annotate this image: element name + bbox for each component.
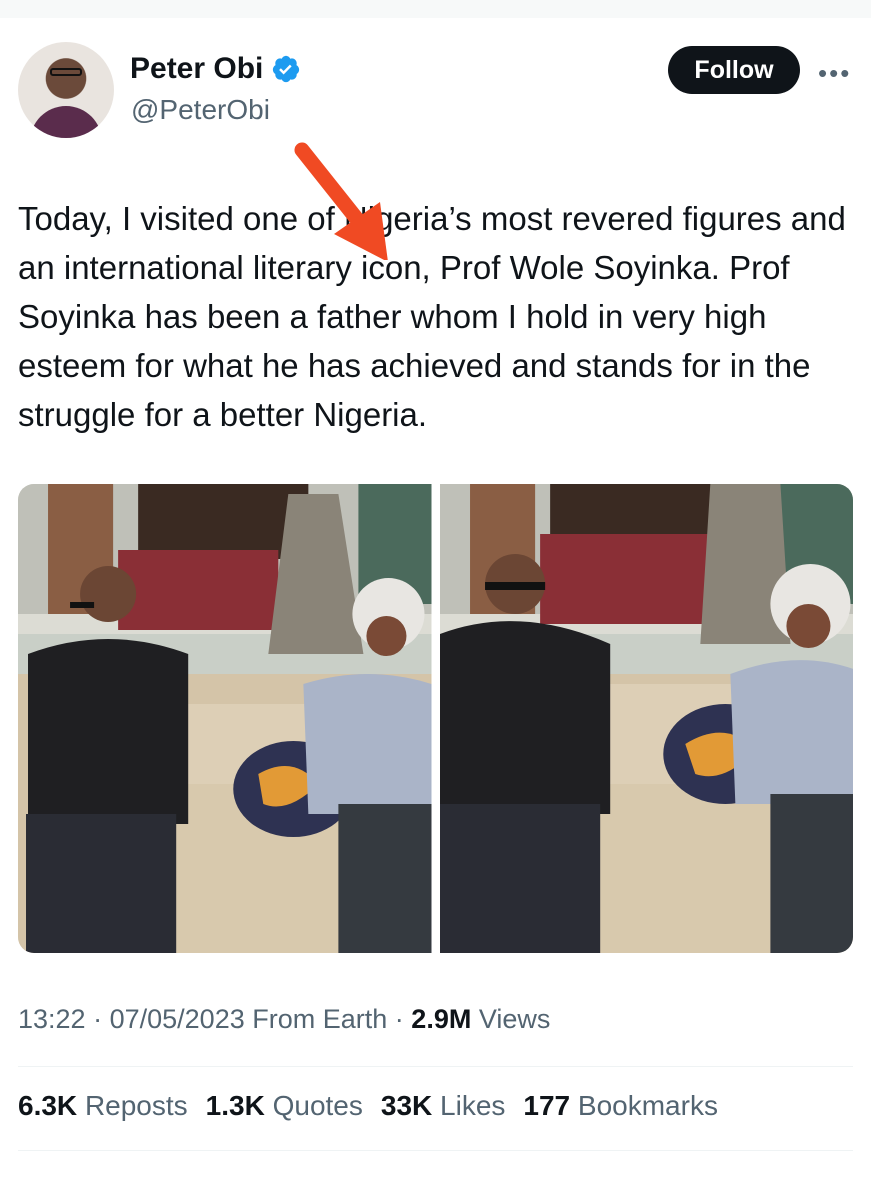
divider — [18, 1150, 853, 1151]
views-label: Views — [478, 1004, 551, 1034]
avatar[interactable] — [18, 42, 114, 138]
author-display-name[interactable]: Peter Obi — [130, 52, 263, 86]
quotes-count: 1.3K — [205, 1090, 265, 1121]
more-options-icon[interactable]: ••• — [818, 58, 851, 89]
engagement-stats: 6.3K Reposts 1.3K Quotes 33K Likes 177 B… — [18, 1090, 718, 1122]
views-count: 2.9M — [411, 1004, 472, 1034]
bookmarks-count: 177 — [523, 1090, 571, 1121]
reposts-stat[interactable]: 6.3K Reposts — [18, 1090, 188, 1122]
divider — [18, 1066, 853, 1067]
photo-left[interactable] — [18, 484, 432, 953]
tweet-time[interactable]: 13:22 — [18, 1004, 86, 1034]
meta-separator: · — [93, 1004, 110, 1034]
likes-label: Likes — [440, 1090, 506, 1121]
author-name-row[interactable]: Peter Obi — [130, 52, 301, 86]
quotes-label: Quotes — [272, 1090, 363, 1121]
reposts-label: Reposts — [84, 1090, 188, 1121]
avatar-shirt — [30, 106, 102, 138]
likes-stat[interactable]: 33K Likes — [381, 1090, 506, 1122]
tweet-text: Today, I visited one of Nigeria’s most r… — [18, 200, 846, 433]
tweet-source: From Earth — [252, 1004, 388, 1034]
photo-right[interactable] — [439, 484, 853, 953]
follow-button[interactable]: Follow — [668, 46, 800, 94]
avatar-glasses — [50, 68, 82, 76]
tweet-meta: 13:22 · 07/05/2023 From Earth · 2.9M Vie… — [18, 1004, 550, 1035]
media-grid — [18, 484, 853, 953]
bookmarks-stat[interactable]: 177 Bookmarks — [523, 1090, 718, 1122]
meta-separator: · — [394, 1004, 412, 1034]
top-bar — [0, 0, 871, 18]
verified-badge-icon — [273, 55, 300, 83]
quotes-stat[interactable]: 1.3K Quotes — [206, 1090, 363, 1122]
photo-left-image — [18, 484, 432, 953]
tweet-date[interactable]: 07/05/2023 — [110, 1004, 245, 1034]
reposts-count: 6.3K — [18, 1090, 78, 1121]
author-handle[interactable]: @PeterObi — [131, 94, 270, 126]
red-arrow-icon — [294, 142, 388, 260]
photo-right-image — [439, 484, 853, 953]
bookmarks-label: Bookmarks — [577, 1090, 718, 1121]
likes-count: 33K — [380, 1090, 433, 1121]
